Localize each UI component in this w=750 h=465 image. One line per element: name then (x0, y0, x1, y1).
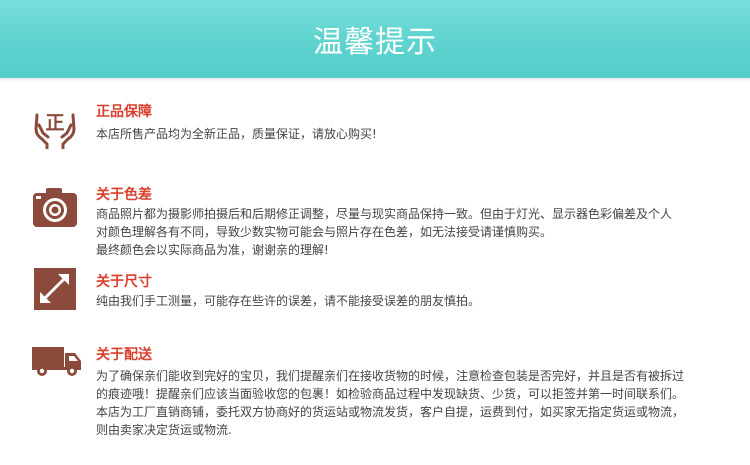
camera-icon (31, 186, 79, 232)
body-line: 商品照片都为摄影师拍摄后和后期修正调整，尽量与现实商品保持一致。但由于灯光、显示… (96, 207, 673, 221)
body-line: 为了确保亲们能收到完好的宝贝，我们提醒亲们在接收货物的时候，注意检查包装是否完好… (96, 369, 685, 383)
section-body: 为了确保亲们能收到完好的宝贝，我们提醒亲们在接收货物的时候，注意检查包装是否完好… (96, 367, 716, 439)
section-title: 关于配送 (96, 347, 152, 363)
page-title: 温馨提示 (313, 25, 437, 60)
measure-arrow-icon (31, 268, 79, 314)
section-body: 纯由我们手工测量，可能存在些许的误差，请不能接受误差的朋友慎拍。 (96, 292, 716, 310)
genuine-hands-icon: 正 (31, 103, 79, 150)
body-line: 纯由我们手工测量，可能存在些许的误差，请不能接受误差的朋友慎拍。 (96, 294, 481, 308)
body-line: 则由卖家决定货运或物流. (96, 423, 232, 437)
section-title: 关于尺寸 (96, 274, 152, 290)
section-title: 正品保障 (96, 104, 152, 120)
body-line: 本店为工厂直销商铺，委托双方协商好的货运站或物流发货，客户自提，运费到付，如买家… (96, 405, 685, 419)
section-body: 商品照片都为摄影师拍摄后和后期修正调整，尽量与现实商品保持一致。但由于灯光、显示… (96, 205, 716, 259)
body-line: 的痕迹哦！提醒亲们应该当面验收您的包裹！如检验商品过程中发现缺货、少货，可以拒签… (96, 387, 685, 401)
header-divider (0, 78, 750, 82)
section-body: 本店所售产品均为全新正品，质量保证，请放心购买! (96, 125, 716, 143)
delivery-truck-icon (31, 345, 83, 391)
genuine-char: 正 (45, 112, 64, 134)
body-line: 对颜色理解各有不同，导致少数实物可能会与照片存在色差，如无法接受请谨慎购买。 (96, 225, 553, 239)
body-line: 最终颜色会以实际商品为准，谢谢亲的理解! (96, 243, 329, 257)
body-line: 本店所售产品均为全新正品，质量保证，请放心购买! (96, 127, 377, 141)
section-title: 关于色差 (96, 187, 152, 203)
